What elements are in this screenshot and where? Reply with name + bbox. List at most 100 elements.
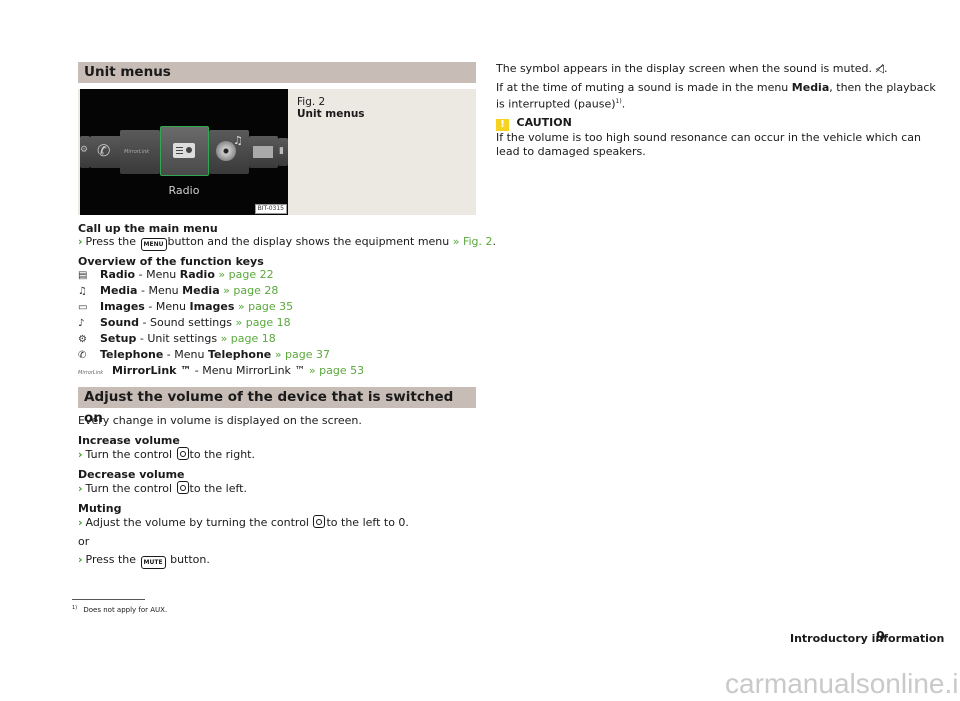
images-icon: ▭ xyxy=(78,302,88,313)
list-item-media: ♫ Media - Menu Media » page 28 xyxy=(78,284,278,299)
mirrorlink-icon: MirrorLink xyxy=(124,149,150,155)
figure-caption: Fig. 2 Unit menus xyxy=(297,96,365,120)
tile-telephone: ✆ xyxy=(90,136,121,168)
chapter-title: Introductory information xyxy=(790,632,945,645)
overview-heading: Overview of the function keys xyxy=(78,255,264,268)
paragraph-text: , then the playback xyxy=(829,81,936,94)
step-arrow-icon: › xyxy=(78,448,83,461)
step-arrow-icon: › xyxy=(78,516,83,529)
menu-name: Media xyxy=(791,81,830,94)
increase-heading: Increase volume xyxy=(78,434,180,447)
decrease-step: › Turn the control to the left. xyxy=(78,481,247,496)
figure-unit-menus: ⚙ ✆ MirrorLink ♫ ▮ Radio BIT-0315 Fig. 2… xyxy=(78,89,476,215)
item-name: MirrorLink ™ xyxy=(112,364,192,377)
sound-icon: ▮ xyxy=(279,146,284,156)
tile-mirrorlink: MirrorLink xyxy=(120,130,160,174)
media-icon: ♫ xyxy=(78,286,87,297)
step-text: to the right. xyxy=(189,448,255,461)
step-text: Adjust the volume by turning the control xyxy=(85,516,309,529)
tile-images xyxy=(249,136,278,168)
volume-knob-icon xyxy=(176,481,189,494)
step-text: Turn the control xyxy=(85,482,173,495)
volume-intro: Every change in volume is displayed on t… xyxy=(78,414,362,427)
radio-icon: ▤ xyxy=(78,270,88,281)
muting-heading: Muting xyxy=(78,502,122,515)
page-link[interactable]: » page 22 xyxy=(218,268,273,281)
item-target: Media xyxy=(182,284,220,297)
step-arrow-icon: › xyxy=(78,235,83,248)
page-number: 9 xyxy=(876,630,886,645)
item-sep: - Menu xyxy=(163,348,208,361)
muted-symbol-paragraph: The symbol appears in the display screen… xyxy=(496,62,887,76)
item-target: Images xyxy=(189,300,235,313)
mute-symbol-icon: ◁̸. xyxy=(875,62,888,75)
list-item-radio: ▤ Radio - Menu Radio » page 22 xyxy=(78,268,274,283)
list-item-setup: ⚙ Setup - Unit settings » page 18 xyxy=(78,332,276,347)
fig-link[interactable]: » Fig. 2 xyxy=(453,235,493,248)
increase-step: › Turn the control to the right. xyxy=(78,447,255,462)
tile-media: ♫ xyxy=(209,130,249,174)
item-sep: - Sound settings xyxy=(139,316,232,329)
setup-icon: ⚙ xyxy=(80,145,89,155)
page-link[interactable]: » page 37 xyxy=(275,348,330,361)
step-text: button. xyxy=(170,553,210,566)
item-name: Media xyxy=(100,284,138,297)
step-text: to the left to 0. xyxy=(326,516,409,529)
decrease-heading: Decrease volume xyxy=(78,468,185,481)
page-link[interactable]: » page 18 xyxy=(235,316,290,329)
setup-icon: ⚙ xyxy=(78,334,87,345)
unit-screen-image: ⚙ ✆ MirrorLink ♫ ▮ Radio BIT-0315 xyxy=(80,89,288,215)
watermark: carmanualsonline.info xyxy=(725,668,960,699)
mute-key-icon: MUTE xyxy=(140,556,166,569)
figure-code: BIT-0315 xyxy=(254,204,287,214)
punct: . xyxy=(621,97,626,111)
paragraph-text: The symbol appears in the display screen… xyxy=(496,62,872,75)
list-item-sound: ♪ Sound - Sound settings » page 18 xyxy=(78,316,291,331)
figure-label: Fig. 2 xyxy=(297,96,326,108)
caution-text: lead to damaged speakers. xyxy=(496,145,646,158)
call-menu-step: › Press the MENU button and the display sh… xyxy=(78,235,496,251)
page-link[interactable]: » page 53 xyxy=(309,364,364,377)
item-name: Images xyxy=(100,300,145,313)
section-heading-unit-menus: Unit menus xyxy=(78,62,476,83)
item-name: Sound xyxy=(100,316,140,329)
screen-label: Radio xyxy=(168,184,200,197)
volume-knob-icon xyxy=(313,515,326,528)
caution-box: ! CAUTION If the volume is too high soun… xyxy=(496,116,921,159)
tile-setup: ⚙ xyxy=(80,136,90,168)
item-sep: - Menu xyxy=(137,284,183,297)
item-sep: - Menu MirrorLink ™ xyxy=(191,364,306,377)
tile-sound: ▮ xyxy=(278,138,288,166)
item-name: Telephone xyxy=(100,348,164,361)
section-heading-volume: Adjust the volume of the device that is … xyxy=(78,387,476,426)
tile-radio-selected xyxy=(160,126,209,176)
press-mute-step: › Press the MUTE button. xyxy=(78,553,210,569)
footnote: 1) Does not apply for AUX. xyxy=(72,605,167,614)
item-name: Setup xyxy=(100,332,137,345)
figure-title: Unit menus xyxy=(297,108,365,120)
step-text: button and the display shows the equipme… xyxy=(167,235,450,248)
muting-step: › Adjust the volume by turning the contro… xyxy=(78,515,409,530)
telephone-icon: ✆ xyxy=(78,350,87,361)
caution-text: If the volume is too high sound resonanc… xyxy=(496,131,921,144)
menu-key-icon: MENU xyxy=(140,238,167,251)
step-text: Turn the control xyxy=(85,448,173,461)
or-text: or xyxy=(78,535,90,548)
item-sep: - Menu xyxy=(135,268,180,281)
call-menu-heading: Call up the main menu xyxy=(78,222,218,235)
item-sep: - Menu xyxy=(144,300,190,313)
item-sep: - Unit settings xyxy=(136,332,218,345)
list-item-mirrorlink: MirrorLink MirrorLink ™ - Menu MirrorLin… xyxy=(78,364,364,380)
caution-title: CAUTION xyxy=(516,116,572,129)
list-item-images: ▭ Images - Menu Images » page 35 xyxy=(78,300,293,315)
page-link[interactable]: » page 28 xyxy=(223,284,278,297)
page-link[interactable]: » page 18 xyxy=(221,332,276,345)
mirrorlink-icon: MirrorLink xyxy=(78,370,104,376)
item-target: Radio xyxy=(179,268,215,281)
item-name: Radio xyxy=(100,268,136,281)
step-arrow-icon: › xyxy=(78,553,83,566)
page-link[interactable]: » page 35 xyxy=(238,300,293,313)
sound-icon: ♪ xyxy=(78,318,85,329)
step-text: to the left. xyxy=(189,482,247,495)
punct: . xyxy=(492,235,497,248)
